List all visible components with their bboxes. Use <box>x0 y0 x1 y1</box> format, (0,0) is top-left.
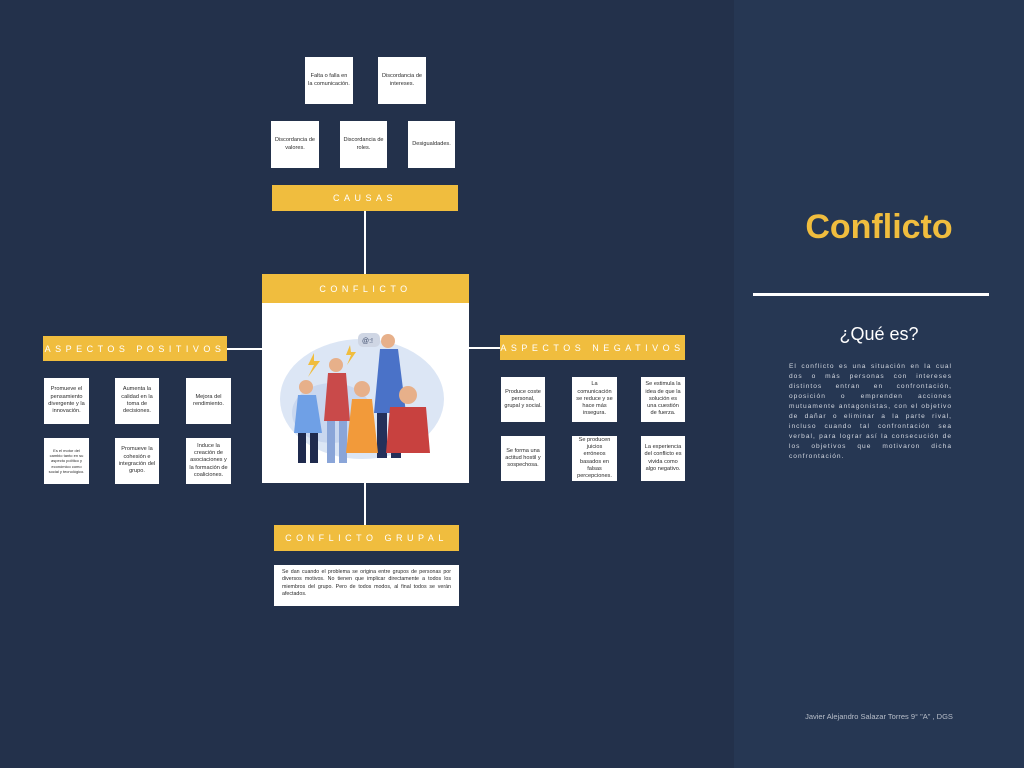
causa-card: Discordancia de intereses. <box>378 57 426 104</box>
positivo-card: Induce la creación de asociaciones y la … <box>186 438 231 484</box>
page-title: Conflicto <box>805 208 953 246</box>
connector-positivos <box>227 348 262 350</box>
causa-card: Falta o falla en la comunicación. <box>305 57 353 104</box>
connector-grupal <box>364 483 366 525</box>
title-divider <box>753 293 989 296</box>
positivos-banner: ASPECTOS POSITIVOS <box>43 336 227 361</box>
center-banner: CONFLICTO <box>262 274 469 303</box>
diagram-canvas: Falta o falla en la comunicación. Discor… <box>0 0 734 768</box>
people-arguing-illustration: @:! <box>280 333 444 463</box>
negativo-card: La comunicación se reduce y se hace más … <box>572 377 617 422</box>
causa-card: Desigualdades. <box>408 121 455 168</box>
center-node: CONFLICTO @:! <box>262 274 469 483</box>
definition-text: El conflicto es una situación en la cual… <box>789 363 952 460</box>
causa-card: Discordancia de valores. <box>271 121 319 168</box>
connector-negativos <box>469 347 500 349</box>
author-credit: Javier Alejandro Salazar Torres 9° "A" ,… <box>805 712 953 721</box>
positivo-card: Mejora del rendimiento. <box>186 378 231 424</box>
question-heading: ¿Qué es? <box>839 324 919 344</box>
positivo-card: Promueve el pensamiento divergente y la … <box>44 378 89 424</box>
negativos-banner: ASPECTOS NEGATIVOS <box>500 335 685 360</box>
grupal-banner: CONFLICTO GRUPAL <box>274 525 459 551</box>
causa-card: Discordancia de roles. <box>340 121 387 168</box>
speech-bubble: @:! <box>362 338 373 345</box>
causas-banner: CAUSAS <box>272 185 458 211</box>
positivo-card: Es el motor del cambio tanto en su aspec… <box>44 438 89 484</box>
negativo-card: Se producen juicios erróneos basados en … <box>572 436 617 481</box>
negativo-card: Se forma una actitud hostil y sospechosa… <box>501 436 545 481</box>
negativo-card: Se estimula la idea de que la solución e… <box>641 377 685 422</box>
grupal-description: Se dan cuando el problema se origina ent… <box>274 565 459 606</box>
negativo-card: Produce coste personal, grupal y social. <box>501 377 545 422</box>
positivo-card: Promueve la cohesión e integración del g… <box>115 438 159 484</box>
positivo-card: Aumenta la calidad en la toma de decisio… <box>115 378 159 424</box>
negativo-card: La experiencia del conflicto es vivida c… <box>641 436 685 481</box>
connector-causas <box>364 211 366 274</box>
